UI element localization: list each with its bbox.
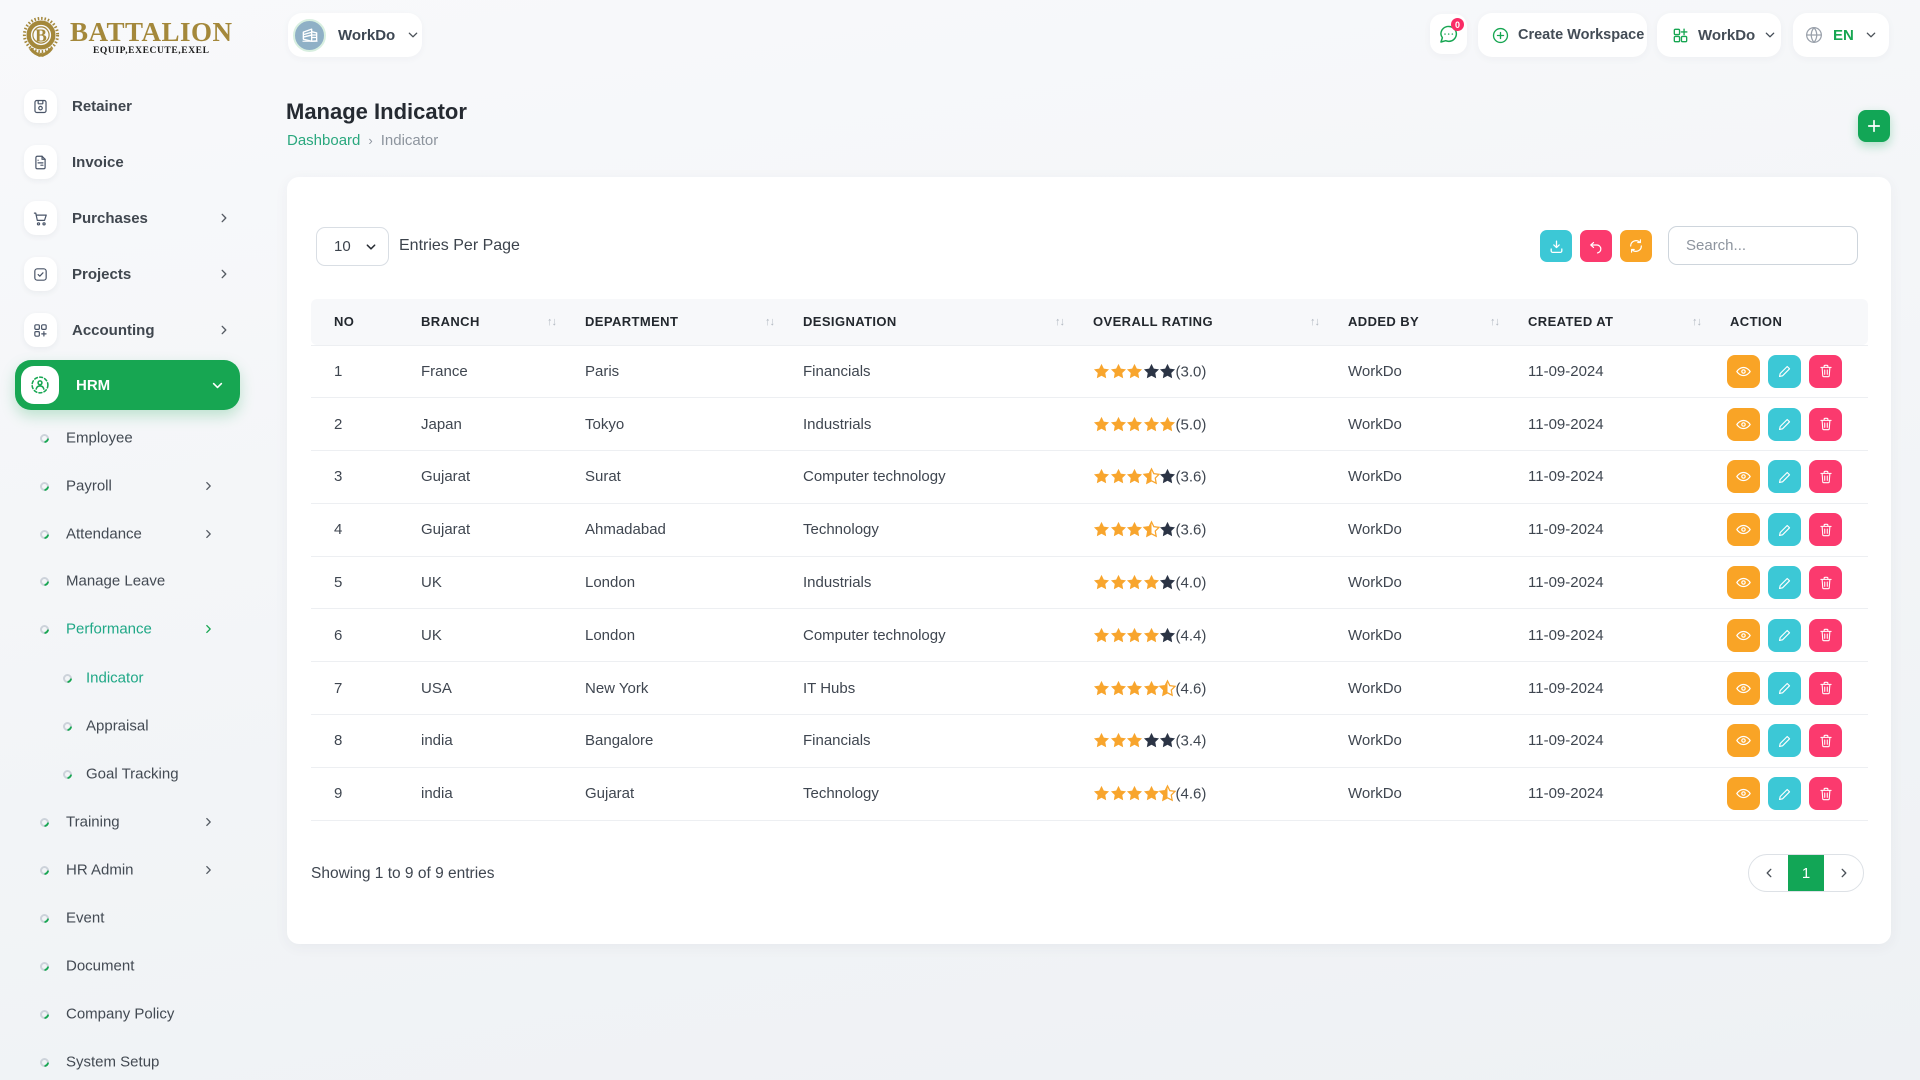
svg-text:B: B: [35, 26, 47, 46]
